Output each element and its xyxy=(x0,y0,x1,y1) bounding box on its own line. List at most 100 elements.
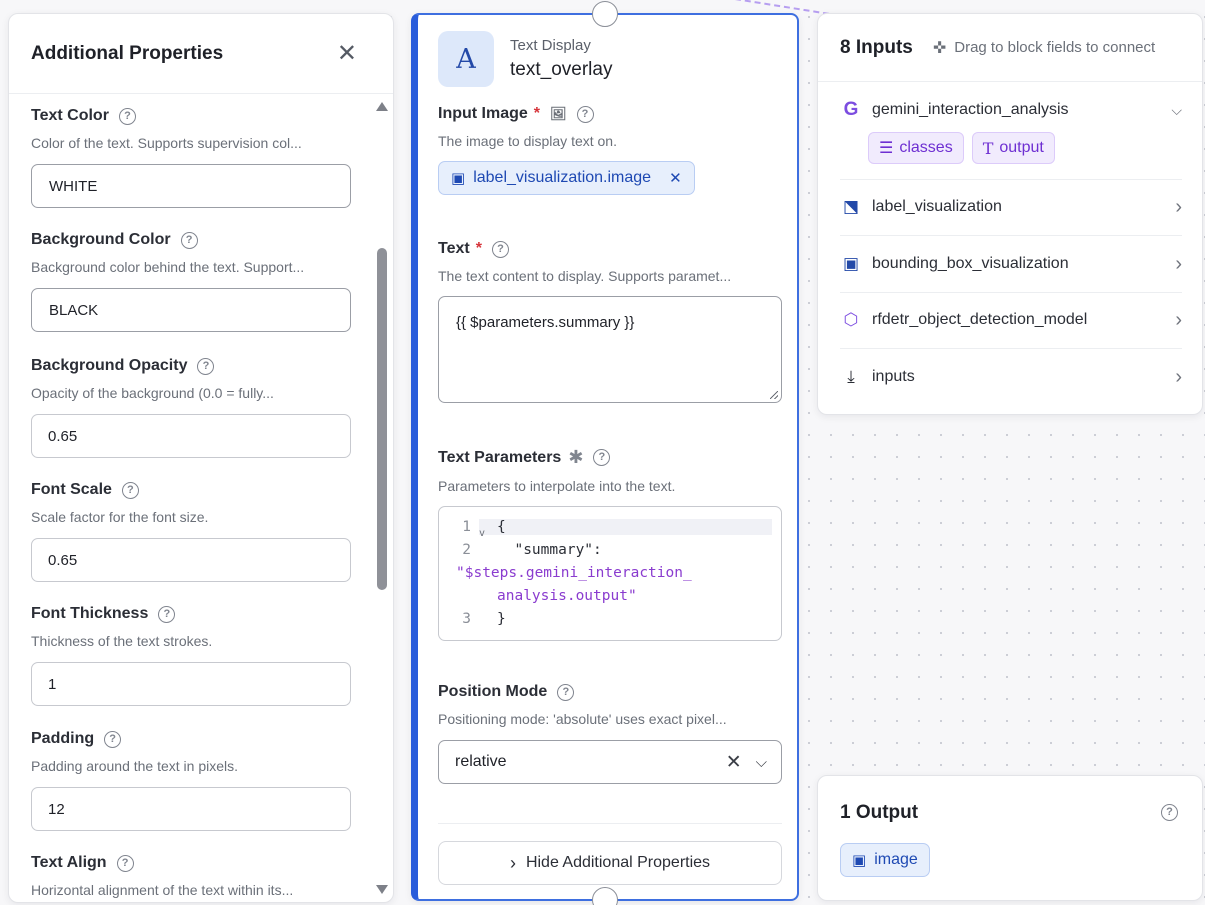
background-opacity-field: Background Opacity? Opacity of the backg… xyxy=(31,357,351,458)
chevron-right-icon[interactable]: › xyxy=(1175,366,1182,389)
position-mode-select[interactable]: relative ✕ ⌵ xyxy=(438,740,782,784)
background-opacity-label: Background Opacity xyxy=(31,357,188,374)
close-icon[interactable]: ✕ xyxy=(337,41,371,66)
input-image-desc: The image to display text on. xyxy=(438,133,617,149)
json-code-editor[interactable]: 1v { 2 "summary": "$steps.gemini_interac… xyxy=(438,506,782,641)
row-separator xyxy=(840,235,1182,236)
move-icon: ✜ xyxy=(932,39,947,57)
inputs-title: 8 Inputs xyxy=(840,36,913,58)
row-separator xyxy=(840,179,1182,180)
help-icon[interactable]: ? xyxy=(121,481,139,499)
chevron-right-icon[interactable]: › xyxy=(1175,196,1182,219)
help-icon[interactable]: ? xyxy=(158,605,176,623)
output-chip-label: output xyxy=(999,139,1044,156)
input-image-label: Input Image xyxy=(438,105,528,122)
input-item-label-visualization[interactable]: ⬔ label_visualization › xyxy=(840,195,1182,219)
padding-desc: Padding around the text in pixels. xyxy=(31,758,239,774)
background-opacity-desc: Opacity of the background (0.0 = fully..… xyxy=(31,385,274,401)
help-icon[interactable]: ? xyxy=(593,449,611,466)
input-item-gemini[interactable]: G gemini_interaction_analysis ⌵ xyxy=(840,98,1182,122)
help-icon[interactable]: ? xyxy=(118,107,136,125)
position-mode-desc: Positioning mode: 'absolute' uses exact … xyxy=(438,711,727,727)
background-color-desc: Background color behind the text. Suppor… xyxy=(31,259,305,275)
background-opacity-input[interactable]: 0.65 xyxy=(31,414,351,458)
help-icon[interactable]: ? xyxy=(180,231,198,249)
node-type-label: Text Display xyxy=(510,37,591,54)
drag-hint-text: Drag to block fields to connect xyxy=(954,39,1156,56)
input-item-label: bounding_box_visualization xyxy=(872,255,1069,272)
row-separator xyxy=(840,348,1182,349)
props-scrollbar[interactable] xyxy=(375,98,389,898)
graph-nodes-icon: ⬡ xyxy=(843,310,859,329)
text-align-desc: Horizontal alignment of the text within … xyxy=(31,882,294,898)
required-marker: * xyxy=(475,240,482,257)
help-icon[interactable]: ? xyxy=(104,730,122,748)
text-label: Text xyxy=(438,240,470,257)
chevron-right-icon[interactable]: › xyxy=(1175,309,1182,332)
line-number: 2 xyxy=(462,541,471,558)
font-scale-input[interactable]: 0.65 xyxy=(31,538,351,582)
help-icon[interactable]: ? xyxy=(491,240,509,258)
input-port[interactable] xyxy=(592,1,618,27)
hide-additional-properties-button[interactable]: › Hide Additional Properties xyxy=(438,841,782,885)
help-icon[interactable]: ? xyxy=(557,683,575,701)
font-scale-label: Font Scale xyxy=(31,481,112,498)
scroll-up-arrow-icon[interactable] xyxy=(376,102,388,111)
image-icon: ▣ xyxy=(451,170,466,187)
text-parameters-label: Text Parameters xyxy=(438,448,562,466)
help-icon[interactable]: ? xyxy=(116,854,134,872)
output-chip-classes[interactable]: ☰ classes xyxy=(868,132,964,164)
scroll-thumb[interactable] xyxy=(377,248,387,590)
chevron-right-icon[interactable]: › xyxy=(1175,253,1182,276)
row-separator xyxy=(840,292,1182,293)
input-item-bounding-box-visualization[interactable]: ▣ bounding_box_visualization › xyxy=(840,252,1182,276)
help-icon[interactable]: ? xyxy=(197,357,215,375)
padding-input[interactable]: 12 xyxy=(31,787,351,831)
line-number: 1 xyxy=(462,518,471,535)
font-thickness-input[interactable]: 1 xyxy=(31,662,351,706)
bounding-box-icon: ▣ xyxy=(842,254,860,273)
font-thickness-desc: Thickness of the text strokes. xyxy=(31,633,213,649)
code-line: "$steps.gemini_interaction_ xyxy=(439,561,781,584)
input-item-rfdetr[interactable]: ⬡ rfdetr_object_detection_model › xyxy=(840,308,1182,332)
code-text: } xyxy=(497,610,506,627)
clear-icon[interactable]: ✕ xyxy=(726,751,742,774)
help-icon[interactable]: ? xyxy=(1161,804,1178,821)
code-line: 3 } xyxy=(439,607,781,630)
code-line: analysis.output" xyxy=(439,584,781,607)
output-chip-output[interactable]: T output xyxy=(971,132,1055,164)
tag-icon: ⬔ xyxy=(842,197,860,216)
output-image-chip[interactable]: ▣ image xyxy=(840,843,930,877)
background-color-label: Background Color xyxy=(31,231,171,248)
text-parameters-field: Text Parameters ✱ ? Parameters to interp… xyxy=(438,447,782,641)
asterisk-icon: ✱ xyxy=(568,447,584,467)
output-port[interactable] xyxy=(592,887,618,905)
chevron-right-icon: › xyxy=(509,852,516,873)
text-align-field: Text Align? Horizontal alignment of the … xyxy=(31,854,351,898)
input-image-chip[interactable]: ▣ label_visualization.image ✕ xyxy=(438,161,695,195)
text-parameters-desc: Parameters to interpolate into the text. xyxy=(438,478,676,494)
position-mode-value: relative xyxy=(455,753,507,770)
text-color-input[interactable]: WHITE xyxy=(31,164,351,208)
text-field: Text * ? The text content to display. Su… xyxy=(438,240,782,403)
background-color-input[interactable]: BLACK xyxy=(31,288,351,332)
input-image-chip-label: label_visualization.image xyxy=(473,169,652,186)
code-string: analysis.output" xyxy=(497,587,637,604)
help-icon[interactable]: ? xyxy=(576,105,594,123)
padding-label: Padding xyxy=(31,730,95,747)
text-display-node-card[interactable]: A Text Display text_overlay Input Image … xyxy=(411,1,799,905)
text-textarea[interactable]: {{ $parameters.summary }} xyxy=(438,296,782,403)
input-item-inputs[interactable]: ⤓ inputs › xyxy=(840,365,1182,389)
gemini-output-chips: ☰ classes T output xyxy=(868,132,1055,164)
chevron-down-icon[interactable]: ⌵ xyxy=(1171,102,1182,119)
resize-handle-icon[interactable] xyxy=(770,391,778,399)
remove-chip-icon[interactable]: ✕ xyxy=(669,169,682,187)
chevron-down-icon[interactable]: ⌵ xyxy=(756,754,767,771)
list-icon: ☰ xyxy=(879,140,894,157)
node-header: A Text Display text_overlay xyxy=(438,31,612,87)
text-value: {{ $parameters.summary }} xyxy=(456,314,635,331)
font-scale-field: Font Scale? Scale factor for the font si… xyxy=(31,481,351,582)
fold-chevron-icon[interactable]: v xyxy=(479,528,485,539)
code-line: 2 "summary": xyxy=(439,538,781,561)
scroll-down-arrow-icon[interactable] xyxy=(376,885,388,894)
